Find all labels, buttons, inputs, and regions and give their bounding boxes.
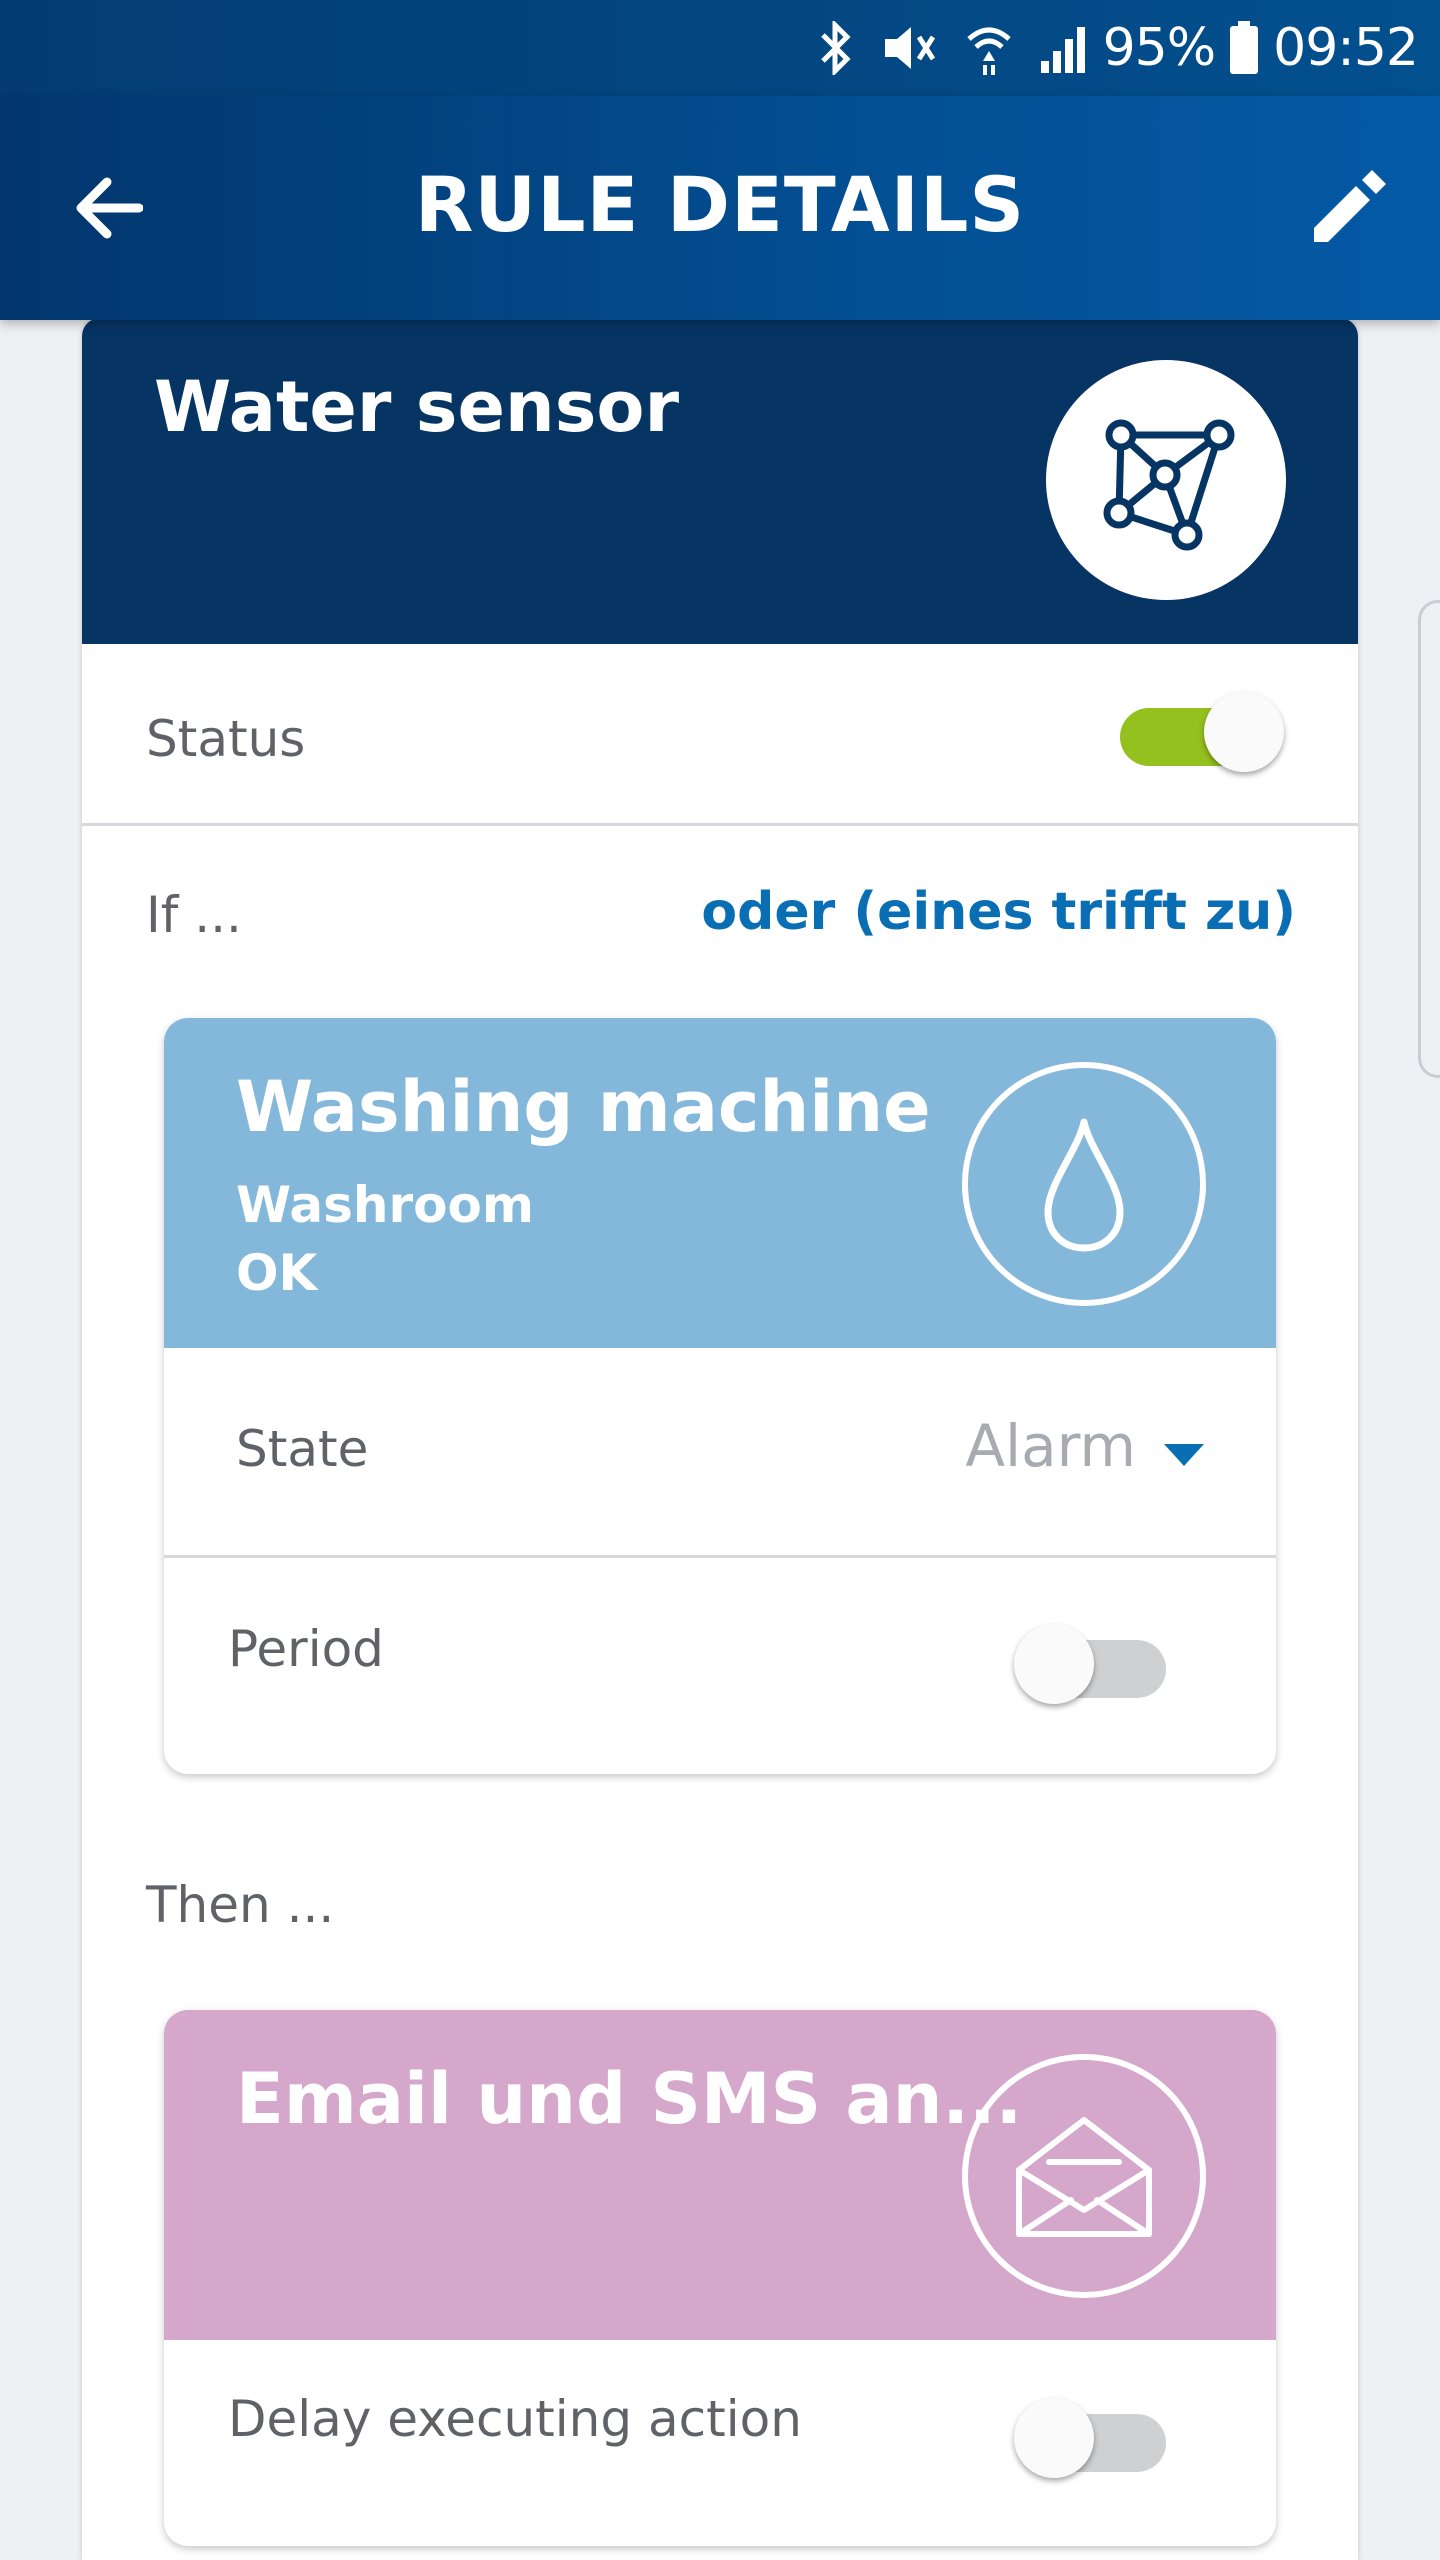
action-header: Email und SMS an... [164, 2010, 1276, 2340]
rule-name: Water sensor [154, 366, 680, 448]
if-label: If ... [146, 886, 242, 944]
bluetooth-icon [819, 21, 853, 75]
delay-row: Delay executing action [164, 2340, 1276, 2546]
status-row: Status [82, 644, 1358, 826]
period-label: Period [228, 1620, 384, 1678]
period-toggle[interactable] [1014, 1624, 1180, 1704]
battery-icon [1229, 21, 1259, 75]
page-title: RULE DETAILS [414, 160, 1026, 249]
signal-icon [1039, 21, 1089, 75]
network-graph-icon [1103, 419, 1235, 551]
mute-icon [879, 21, 939, 75]
rule-header: Water sensor [82, 318, 1358, 644]
app-bar: RULE DETAILS [0, 96, 1440, 320]
status-label: Status [146, 710, 306, 768]
action-icon-circle [962, 2054, 1206, 2298]
trigger-state-text: OK [236, 1244, 318, 1302]
rule-card: Water sensor Status If ... oder (eines t… [82, 318, 1358, 2560]
open-envelope-icon [1016, 2117, 1152, 2237]
rule-icon-circle [1046, 360, 1286, 600]
delay-label: Delay executing action [228, 2390, 802, 2448]
period-row: Period [164, 1558, 1276, 1768]
state-selector-row[interactable]: State Alarm [164, 1348, 1276, 1558]
pencil-icon [1314, 170, 1386, 242]
state-dropdown-value[interactable]: Alarm [965, 1412, 1136, 1480]
period-toggle-knob [1014, 1624, 1094, 1704]
action-name: Email und SMS an... [236, 2058, 1023, 2140]
trigger-device-name: Washing machine [236, 1066, 931, 1148]
trigger-icon-circle [962, 1062, 1206, 1306]
if-row: If ... oder (eines trifft zu) [82, 826, 1358, 1002]
caret-down-icon[interactable] [1164, 1444, 1204, 1466]
edit-button[interactable] [1296, 156, 1400, 260]
state-label: State [236, 1420, 369, 1478]
wifi-icon [965, 21, 1013, 75]
delay-toggle-knob [1014, 2398, 1094, 2478]
scroll-indicator[interactable] [1418, 600, 1440, 1078]
delay-toggle[interactable] [1014, 2398, 1180, 2478]
trigger-room: Washroom [236, 1176, 534, 1234]
action-card[interactable]: Email und SMS an... Delay executing acti… [164, 2010, 1276, 2546]
battery-percent: 95% [1102, 18, 1217, 78]
status-toggle[interactable] [1120, 692, 1284, 772]
status-bar: 95% 09:52 [0, 0, 1440, 96]
logic-operator-link[interactable]: oder (eines trifft zu) [701, 882, 1296, 942]
trigger-header: Washing machine Washroom OK [164, 1018, 1276, 1348]
then-label: Then ... [146, 1876, 335, 1934]
water-drop-icon [1044, 1118, 1124, 1252]
status-toggle-knob [1204, 692, 1284, 772]
trigger-card[interactable]: Washing machine Washroom OK State Alarm … [164, 1018, 1276, 1774]
clock: 09:52 [1273, 18, 1419, 78]
